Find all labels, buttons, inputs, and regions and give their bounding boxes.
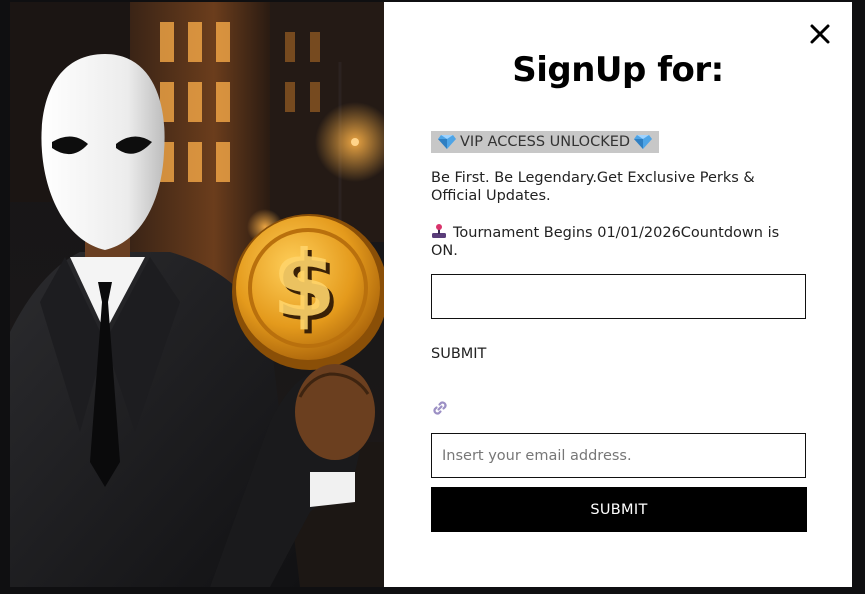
svg-text:$: $ (272, 231, 336, 338)
tournament-text: Tournament Begins 01/01/2026Countdown is… (431, 223, 806, 260)
gem-icon (438, 135, 456, 149)
link-icon (433, 401, 447, 415)
popup-title: SignUp for: (512, 50, 724, 90)
first-submit-button[interactable]: SUBMIT (431, 346, 486, 362)
close-icon (810, 24, 830, 44)
vip-banner: VIP ACCESS UNLOCKED (431, 131, 660, 153)
tagline-text: Be First. Be Legendary.Get Exclusive Per… (431, 170, 755, 204)
signup-popup: $ $ SignUp for: VIP ACCESS UNLOCKED Be F… (10, 2, 852, 587)
joystick-icon (432, 224, 446, 238)
hero-illustration: $ $ (10, 2, 384, 587)
signup-form-panel: SignUp for: VIP ACCESS UNLOCKED Be First… (384, 2, 852, 587)
submit-button[interactable]: SUBMIT (431, 487, 807, 532)
close-button[interactable] (808, 22, 832, 46)
first-input-field[interactable] (431, 274, 806, 319)
vip-banner-text: VIP ACCESS UNLOCKED (460, 134, 631, 150)
tournament-label: Tournament Begins 01/01/2026Countdown is… (431, 225, 780, 259)
email-field[interactable] (431, 433, 806, 478)
gem-icon (634, 135, 653, 149)
